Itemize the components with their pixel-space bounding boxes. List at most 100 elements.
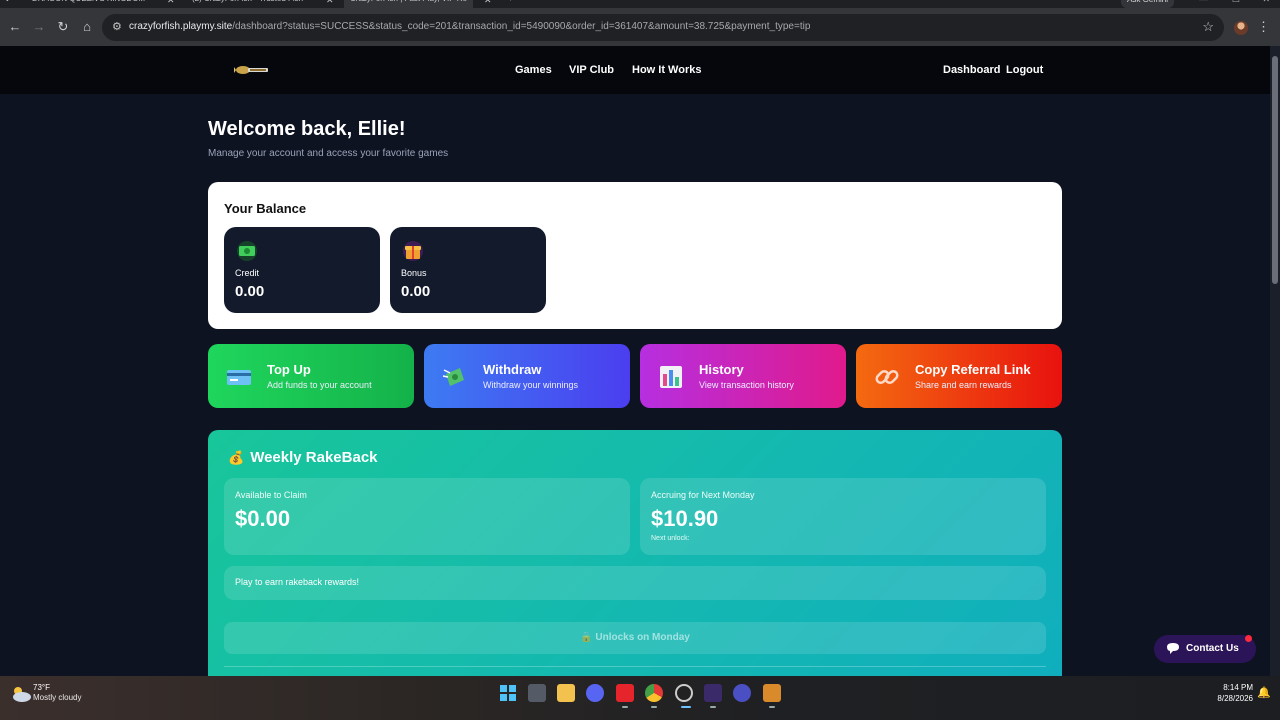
running-indicator — [710, 706, 716, 708]
notification-dot — [1245, 635, 1252, 642]
minimize-icon[interactable]: — — [1199, 0, 1208, 4]
game-app-icon[interactable] — [704, 684, 722, 702]
nav-games[interactable]: Games — [515, 64, 552, 76]
reload-icon[interactable]: ↻ — [55, 19, 71, 35]
bonus-box: Bonus 0.00 — [390, 227, 546, 313]
browser-tab-active[interactable]: CrazyForFish | Fast Play, VIP Re — [344, 0, 473, 8]
copy-referral-subtitle: Share and earn rewards — [915, 380, 1012, 390]
page-title: Welcome back, Ellie! — [208, 118, 406, 140]
play-message: Play to earn rakeback rewards! — [224, 566, 1046, 600]
tab-list-icon[interactable]: ⌄ — [4, 0, 11, 8]
weekly-rakeback-panel: 💰 Weekly RakeBack Available to Claim $0.0… — [208, 430, 1062, 676]
contact-us-label: Contact Us — [1186, 643, 1239, 654]
browser-toolbar: ← → ↻ ⌂ ⚙ crazyforfish.playmy.site/dashb… — [0, 8, 1280, 46]
top-up-button[interactable]: Top Up Add funds to your account — [208, 344, 414, 408]
clock-app-icon[interactable] — [675, 684, 693, 702]
page-content: Games VIP Club How It Works Dashboard Lo… — [0, 46, 1270, 676]
weather-temperature[interactable]: 73°F — [33, 683, 50, 692]
history-title: History — [699, 362, 744, 377]
withdraw-button[interactable]: Withdraw Withdraw your winnings — [424, 344, 630, 408]
bar-chart-icon — [660, 366, 682, 388]
credit-box: Credit 0.00 — [224, 227, 380, 313]
rakeback-title: 💰 Weekly RakeBack — [228, 449, 378, 466]
divider — [224, 666, 1046, 667]
site-info-icon[interactable]: ⚙ — [112, 20, 122, 33]
next-unlock-text: Next unlock: — [651, 535, 690, 542]
nav-dashboard[interactable]: Dashboard — [943, 64, 1000, 76]
maximize-icon[interactable]: ☐ — [1232, 0, 1240, 5]
withdraw-title: Withdraw — [483, 362, 542, 377]
task-view-icon[interactable] — [528, 684, 546, 702]
globe-app-icon[interactable] — [733, 684, 751, 702]
history-subtitle: View transaction history — [699, 380, 794, 390]
withdraw-subtitle: Withdraw your winnings — [483, 380, 579, 390]
rakeback-title-text: Weekly RakeBack — [250, 449, 378, 466]
copy-referral-button[interactable]: Copy Referral Link Share and earn reward… — [856, 344, 1062, 408]
flying-money-icon — [442, 368, 464, 386]
close-window-icon[interactable]: ✕ — [1262, 0, 1270, 5]
top-up-subtitle: Add funds to your account — [267, 380, 372, 390]
taskbar: 73°F Mostly cloudy 8:14 PM 8/28/2026 🔔 — [0, 676, 1280, 720]
profile-avatar[interactable] — [1234, 21, 1248, 35]
browser-tab-bar: ⌄ DRAGON QUEEN'S KINGDOM ✕ (2) CrazyForF… — [0, 0, 1280, 8]
browser-menu-icon[interactable]: ⋮ — [1257, 19, 1270, 35]
close-tab-icon[interactable]: ✕ — [167, 0, 175, 6]
top-up-title: Top Up — [267, 362, 311, 377]
credit-value: 0.00 — [235, 283, 265, 300]
page-subtitle: Manage your account and access your favo… — [208, 148, 449, 159]
balance-title: Your Balance — [224, 201, 307, 216]
chat-icon — [1167, 643, 1179, 654]
weather-description[interactable]: Mostly cloudy — [33, 693, 81, 702]
money-bag-icon: 💰 — [228, 450, 245, 465]
back-icon[interactable]: ← — [7, 19, 23, 35]
accruing-value: $10.90 — [651, 506, 719, 531]
clock-date[interactable]: 8/28/2026 — [1217, 694, 1253, 703]
history-button[interactable]: History View transaction history — [640, 344, 846, 408]
file-explorer-icon[interactable] — [557, 684, 575, 702]
money-icon — [237, 241, 257, 261]
credit-label: Credit — [235, 268, 260, 278]
accruing-label: Accruing for Next Monday — [651, 490, 755, 500]
clock-time[interactable]: 8:14 PM — [1223, 683, 1253, 692]
browser-tab[interactable]: DRAGON QUEEN'S KINGDOM — [32, 0, 145, 8]
available-to-claim-box: Available to Claim $0.00 — [224, 478, 630, 555]
page-scrollbar[interactable] — [1270, 46, 1280, 676]
discord-icon[interactable] — [586, 684, 604, 702]
ask-gemini-button[interactable]: Ask Gemini — [1121, 0, 1174, 8]
running-indicator — [769, 706, 775, 708]
accruing-box: Accruing for Next Monday $10.90 Next unl… — [640, 478, 1046, 555]
chrome-icon[interactable] — [645, 684, 663, 702]
cloud-icon[interactable] — [10, 685, 32, 703]
url-host: crazyforfish.playmy.site — [129, 21, 233, 32]
nav-vip-club[interactable]: VIP Club — [569, 64, 614, 76]
nav-how-it-works[interactable]: How It Works — [632, 64, 701, 76]
active-indicator — [681, 706, 691, 708]
treasure-app-icon[interactable] — [763, 684, 781, 702]
unlocks-on-monday-button[interactable]: 🔒 Unlocks on Monday — [224, 622, 1046, 654]
credit-card-icon — [227, 370, 251, 385]
close-tab-icon[interactable]: ✕ — [484, 0, 492, 6]
windows-start-icon[interactable] — [499, 684, 517, 702]
forward-icon[interactable]: → — [31, 19, 47, 35]
running-indicator — [651, 706, 657, 708]
scrollbar-thumb[interactable] — [1272, 56, 1278, 284]
running-indicator — [622, 706, 628, 708]
address-bar[interactable]: ⚙ crazyforfish.playmy.site/dashboard?sta… — [102, 14, 1224, 41]
url-text[interactable]: crazyforfish.playmy.site/dashboard?statu… — [129, 21, 810, 32]
notification-bell-icon[interactable]: 🔔 — [1257, 686, 1271, 699]
gift-icon — [403, 241, 423, 261]
logout-button[interactable]: Logout — [1006, 64, 1043, 76]
available-value: $0.00 — [235, 506, 291, 531]
site-logo[interactable] — [234, 64, 268, 76]
link-icon — [875, 369, 899, 385]
youtube-icon[interactable] — [616, 684, 634, 702]
browser-tab[interactable]: (2) CrazyForFish - Trusted Fish — [192, 0, 303, 8]
new-tab-button[interactable]: + — [508, 0, 513, 8]
bookmark-star-icon[interactable]: ☆ — [1202, 19, 1214, 35]
close-tab-icon[interactable]: ✕ — [326, 0, 334, 6]
url-path: /dashboard?status=SUCCESS&status_code=20… — [232, 21, 811, 32]
bonus-label: Bonus — [401, 268, 427, 278]
home-icon[interactable]: ⌂ — [79, 19, 95, 35]
contact-us-button[interactable]: Contact Us — [1154, 635, 1256, 663]
bonus-value: 0.00 — [401, 283, 431, 300]
